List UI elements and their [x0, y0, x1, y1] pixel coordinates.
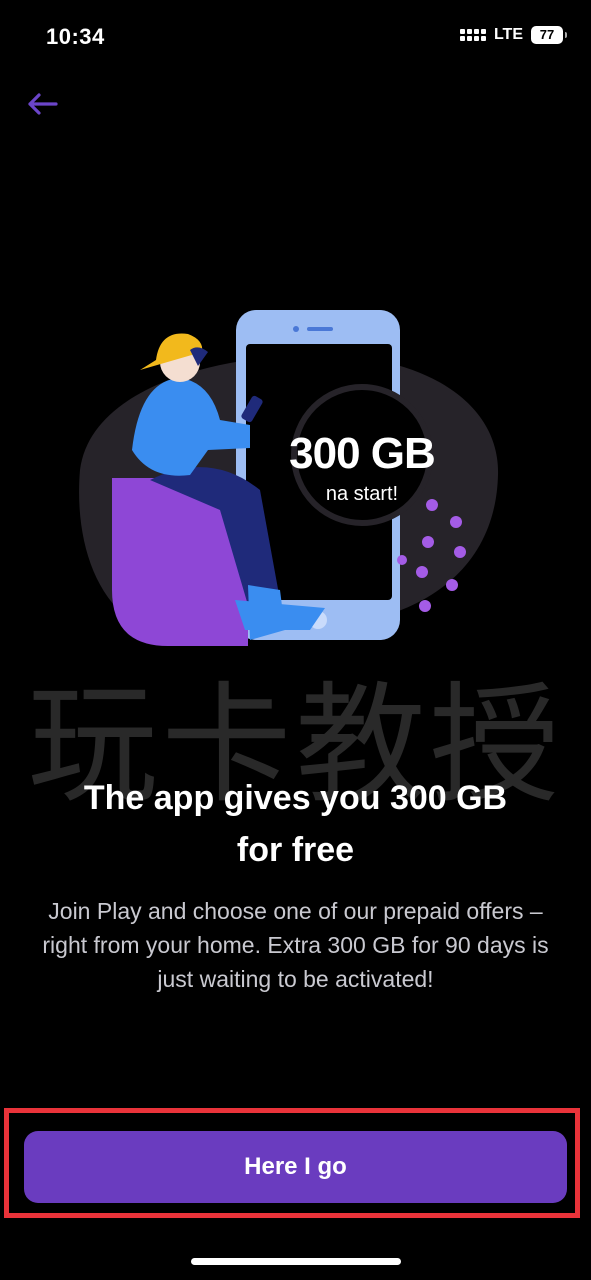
network-label: LTE [493, 26, 523, 43]
back-button[interactable] [22, 86, 66, 122]
badge-amount: 300 GB [289, 429, 435, 478]
description: Join Play and choose one of our prepaid … [42, 898, 549, 992]
status-time: 10:34 [46, 24, 105, 49]
back-arrow-icon [28, 93, 58, 115]
status-bar: 10:34 LTE 77 [0, 0, 591, 76]
hero-illustration: 300 GB na start! [79, 310, 499, 646]
headline: The app gives you 300 GB for free [40, 772, 551, 876]
here-i-go-button[interactable]: Here I go [24, 1131, 567, 1203]
headline-line-2: for free [236, 831, 355, 869]
status-indicators: LTE 77 [459, 26, 567, 44]
badge-caption: na start! [326, 483, 398, 505]
home-indicator[interactable] [191, 1258, 401, 1265]
headline-line-1: The app gives you 300 GB [83, 779, 508, 817]
signal-icon [459, 29, 486, 41]
battery-icon: 77 [531, 26, 567, 44]
